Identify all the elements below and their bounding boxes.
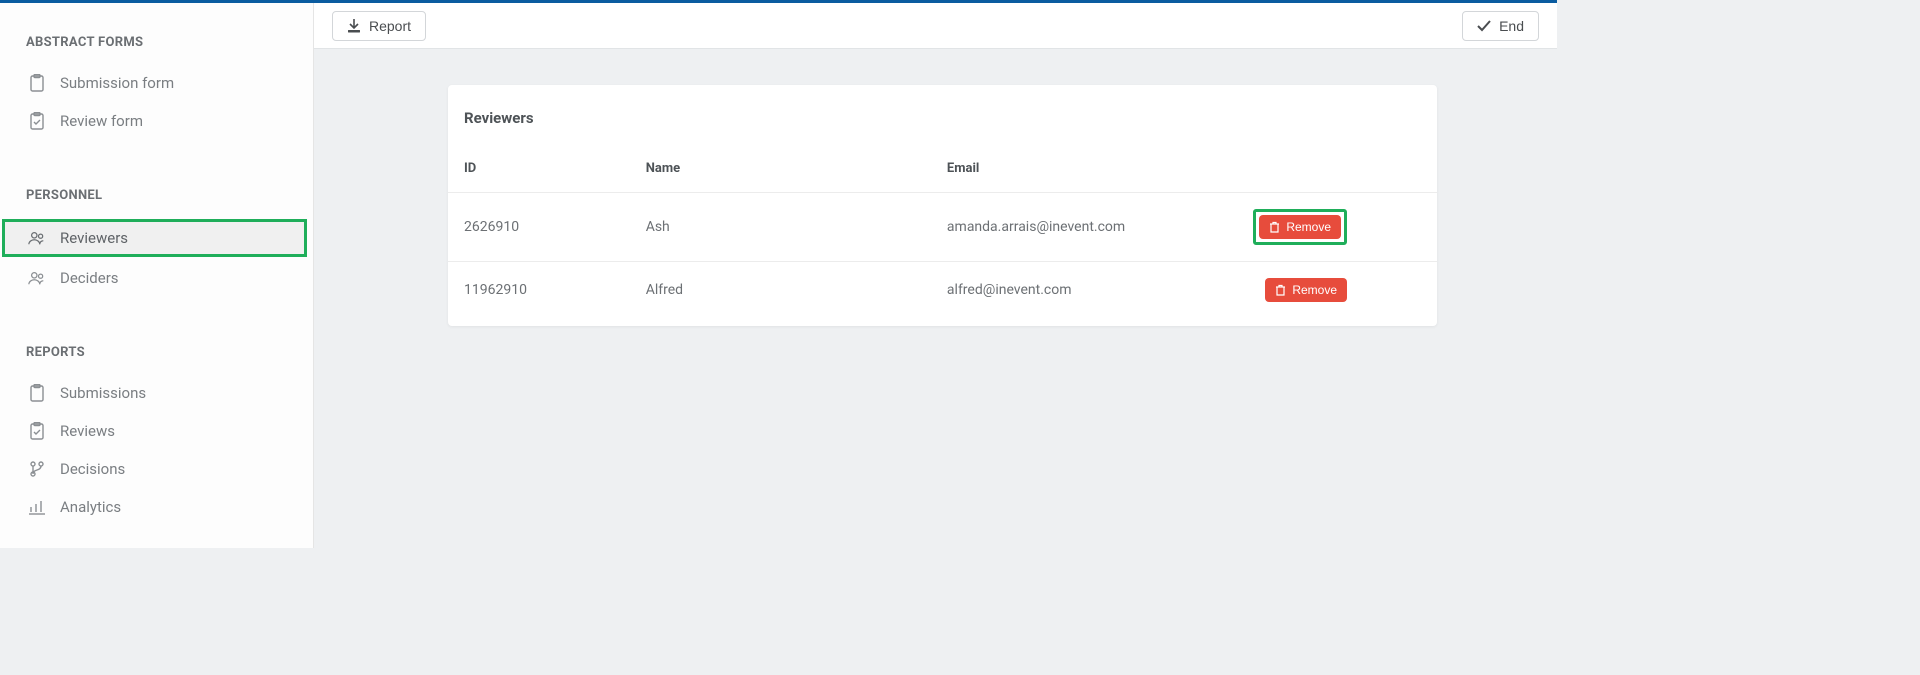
- report-button-label: Report: [369, 18, 411, 34]
- cell-email: amanda.arrais@inevent.com: [931, 193, 1237, 262]
- sidebar-item-label: Reviewers: [60, 229, 128, 247]
- reviewers-panel: Reviewers ID Name Email 2626910 As: [448, 85, 1437, 326]
- panel-title: Reviewers: [448, 85, 1437, 151]
- sidebar: ABSTRACT FORMS Submission form Review fo…: [0, 3, 314, 548]
- check-icon: [1477, 20, 1491, 32]
- clipboard-icon: [28, 74, 46, 92]
- sidebar-heading-personnel: PERSONNEL: [0, 176, 313, 217]
- sidebar-item-analytics[interactable]: Analytics: [0, 488, 313, 526]
- sidebar-item-decisions[interactable]: Decisions: [0, 450, 313, 488]
- column-header-email: Email: [931, 151, 1237, 193]
- clipboard-icon: [28, 384, 46, 402]
- trash-icon: [1275, 284, 1286, 296]
- sidebar-item-submission-form[interactable]: Submission form: [0, 64, 313, 102]
- cell-name: Ash: [630, 193, 931, 262]
- sidebar-item-label: Analytics: [60, 498, 121, 516]
- sidebar-section-personnel: PERSONNEL Reviewers Deciders: [0, 176, 313, 297]
- branch-icon: [28, 460, 46, 478]
- end-button[interactable]: End: [1462, 11, 1539, 41]
- sidebar-item-label: Submission form: [60, 74, 174, 92]
- clipboard-check-icon: [28, 112, 46, 130]
- table-row: 11962910 Alfred alfred@inevent.com Remov…: [448, 262, 1437, 319]
- remove-button-label: Remove: [1292, 283, 1337, 297]
- remove-button[interactable]: Remove: [1265, 278, 1347, 302]
- sidebar-item-label: Decisions: [60, 460, 125, 478]
- cell-email: alfred@inevent.com: [931, 262, 1237, 319]
- report-button[interactable]: Report: [332, 11, 426, 41]
- sidebar-item-submissions[interactable]: Submissions: [0, 374, 313, 412]
- trash-icon: [1269, 221, 1280, 233]
- topbar: Report End: [314, 3, 1557, 49]
- sidebar-heading-abstract-forms: ABSTRACT FORMS: [0, 23, 313, 64]
- download-icon: [347, 19, 361, 33]
- reviewers-table: ID Name Email 2626910 Ash amanda.arrais@…: [448, 151, 1437, 318]
- sidebar-item-label: Submissions: [60, 384, 146, 402]
- column-header-name: Name: [630, 151, 931, 193]
- clipboard-check-icon: [28, 422, 46, 440]
- end-button-label: End: [1499, 18, 1524, 34]
- sidebar-item-review-form[interactable]: Review form: [0, 102, 313, 140]
- remove-highlight: Remove: [1253, 209, 1347, 245]
- users-icon: [28, 230, 46, 246]
- cell-id: 2626910: [448, 193, 630, 262]
- sidebar-item-label: Reviews: [60, 422, 115, 440]
- sidebar-item-label: Review form: [60, 112, 143, 130]
- sidebar-section-reports: REPORTS Submissions Reviews Decisions: [0, 333, 313, 526]
- sidebar-heading-reports: REPORTS: [0, 333, 313, 374]
- table-row: 2626910 Ash amanda.arrais@inevent.com: [448, 193, 1437, 262]
- sidebar-item-deciders[interactable]: Deciders: [0, 259, 313, 297]
- sidebar-item-reviews[interactable]: Reviews: [0, 412, 313, 450]
- remove-button-label: Remove: [1286, 220, 1331, 234]
- sidebar-section-abstract-forms: ABSTRACT FORMS Submission form Review fo…: [0, 23, 313, 140]
- column-header-action: [1237, 151, 1437, 193]
- column-header-id: ID: [448, 151, 630, 193]
- remove-button[interactable]: Remove: [1259, 215, 1341, 239]
- main-area: Report End Reviewers ID Name Email: [314, 3, 1557, 548]
- sidebar-item-label: Deciders: [60, 269, 119, 287]
- cell-id: 11962910: [448, 262, 630, 319]
- users-icon: [28, 270, 46, 286]
- cell-name: Alfred: [630, 262, 931, 319]
- sidebar-item-reviewers[interactable]: Reviewers: [2, 219, 307, 257]
- analytics-icon: [28, 499, 46, 515]
